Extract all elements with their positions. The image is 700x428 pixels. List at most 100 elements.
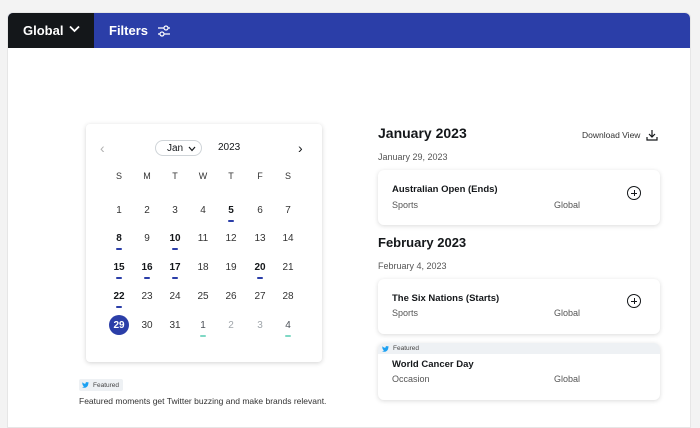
calendar-day-number: 18 (197, 262, 209, 273)
calendar-day-number: 1 (200, 320, 206, 331)
calendar-day-number: 26 (225, 291, 237, 302)
chevron-down-icon (69, 25, 80, 33)
add-event-plus-icon[interactable] (627, 294, 641, 308)
calendar-day[interactable]: 30 (136, 319, 158, 339)
calendar-day[interactable]: 2 (220, 319, 242, 339)
calendar-day-number: 4 (200, 205, 206, 216)
featured-note: Featured moments get Twitter buzzing and… (79, 396, 327, 406)
calendar-day[interactable]: 8 (108, 232, 130, 252)
calendar-day[interactable]: 11 (192, 232, 214, 252)
event-card-world-cancer-day[interactable]: Featured World Cancer Day Occasion Globa… (378, 343, 660, 400)
calendar-day[interactable]: 5 (220, 204, 242, 224)
calendar-day[interactable]: 1 (192, 319, 214, 339)
event-region: Global (554, 374, 581, 384)
filters-label: Filters (109, 23, 149, 38)
event-title: The Six Nations (Starts) (392, 293, 500, 304)
calendar-day-number: 11 (197, 233, 209, 244)
event-category: Sports (392, 200, 419, 210)
calendar-day[interactable]: 21 (277, 261, 299, 281)
calendar-day-number: 12 (225, 233, 237, 244)
twitter-bird-icon (82, 382, 89, 388)
top-bar: Global Filters (8, 13, 690, 48)
calendar-day[interactable]: 12 (220, 232, 242, 252)
event-card-six-nations[interactable]: The Six Nations (Starts) Sports Global (378, 279, 660, 334)
calendar-day-number: 3 (257, 320, 263, 331)
calendar-day[interactable]: 9 (136, 232, 158, 252)
event-region: Global (554, 308, 581, 318)
month-heading-february: February 2023 (378, 235, 467, 250)
event-marker (116, 277, 122, 279)
download-view-label: Download View (582, 130, 641, 140)
featured-badge: Featured (378, 343, 660, 354)
add-event-plus-icon[interactable] (627, 186, 641, 200)
filters-button[interactable]: Filters (109, 13, 171, 48)
region-dropdown[interactable]: Global (8, 13, 94, 48)
month-value: Jan (167, 142, 184, 154)
download-view-button[interactable]: Download View (582, 129, 659, 141)
calendar-day-number: 31 (169, 320, 181, 331)
calendar-day[interactable]: 17 (164, 261, 186, 281)
calendar-day[interactable]: 19 (220, 261, 242, 281)
calendar-day-number: 2 (144, 205, 150, 216)
event-marker (172, 277, 178, 279)
calendar-day-number: 8 (116, 233, 122, 244)
calendar-day[interactable]: 26 (220, 290, 242, 310)
date-heading: January 29, 2023 (378, 152, 448, 162)
calendar-day-number: 23 (141, 291, 153, 302)
weekday-label: T (172, 171, 178, 181)
calendar-day[interactable]: 20 (249, 261, 271, 281)
event-category: Sports (392, 308, 419, 318)
sliders-icon (158, 24, 171, 37)
calendar-day[interactable]: 2 (136, 204, 158, 224)
calendar-day[interactable]: 28 (277, 290, 299, 310)
weekday-label: F (257, 171, 263, 181)
calendar-day[interactable]: 3 (164, 204, 186, 224)
calendar-day-number: 24 (169, 291, 181, 302)
featured-badge-text: Featured (393, 345, 420, 352)
calendar-day[interactable]: 16 (136, 261, 158, 281)
previous-month-button[interactable]: ‹ (100, 140, 105, 156)
calendar-day[interactable]: 3 (249, 319, 271, 339)
calendar-day-number: 13 (254, 233, 266, 244)
calendar: ‹ Jan 2023 › SMTWTFS 1 2 3 4 5 6 7 8 9 10 11 12 13 14… (86, 124, 322, 362)
next-month-button[interactable]: › (298, 140, 303, 156)
calendar-day[interactable]: 15 (108, 261, 130, 281)
calendar-day[interactable]: 6 (249, 204, 271, 224)
calendar-day[interactable]: 7 (277, 204, 299, 224)
calendar-day[interactable]: 23 (136, 290, 158, 310)
calendar-day-selected[interactable]: 29 (108, 315, 130, 339)
event-marker (285, 335, 291, 337)
event-marker (144, 277, 150, 279)
region-label: Global (23, 23, 64, 38)
event-card-australian-open[interactable]: Australian Open (Ends) Sports Global (378, 170, 660, 225)
calendar-day[interactable]: 18 (192, 261, 214, 281)
calendar-day[interactable]: 24 (164, 290, 186, 310)
featured-legend-text: Featured (93, 381, 120, 389)
event-marker (200, 335, 206, 337)
calendar-day[interactable]: 10 (164, 232, 186, 252)
calendar-day-number: 25 (197, 291, 209, 302)
calendar-day[interactable]: 22 (108, 290, 130, 310)
calendar-day[interactable]: 27 (249, 290, 271, 310)
calendar-day-number: 3 (172, 205, 178, 216)
calendar-day-number: 1 (116, 205, 122, 216)
calendar-day-number: 20 (254, 262, 266, 273)
calendar-day[interactable]: 1 (108, 204, 130, 224)
calendar-day-number: 6 (257, 205, 263, 216)
calendar-day[interactable]: 13 (249, 232, 271, 252)
year-label: 2023 (218, 142, 241, 153)
calendar-day-number: 27 (254, 291, 266, 302)
month-heading-january: January 2023 (378, 125, 467, 141)
calendar-day[interactable]: 31 (164, 319, 186, 339)
calendar-day-number: 30 (141, 320, 153, 331)
calendar-day[interactable]: 4 (277, 319, 299, 339)
calendar-day[interactable]: 25 (192, 290, 214, 310)
calendar-day[interactable]: 14 (277, 232, 299, 252)
calendar-day-number: 19 (225, 262, 237, 273)
calendar-day[interactable]: 4 (192, 204, 214, 224)
twitter-bird-icon (382, 345, 389, 352)
event-category: Occasion (392, 374, 430, 384)
calendar-day-number: 7 (285, 205, 291, 216)
month-select[interactable]: Jan (155, 140, 202, 156)
calendar-day-number: 2 (228, 320, 234, 331)
